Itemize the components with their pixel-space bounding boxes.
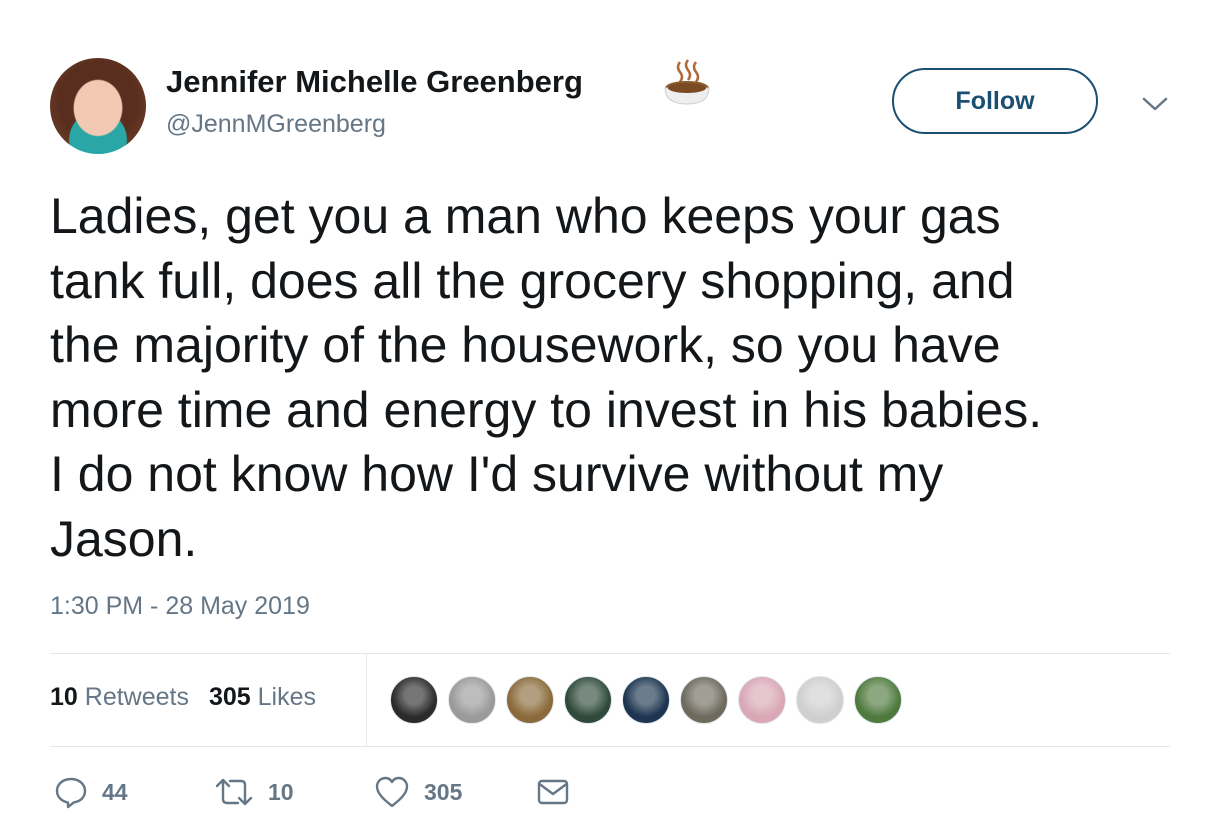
stats-divider	[366, 654, 367, 746]
divider	[50, 746, 1170, 747]
tweet-text: Ladies, get you a man who keeps your gas…	[50, 184, 1180, 571]
like-button[interactable]: 305	[374, 772, 462, 812]
chevron-down-icon[interactable]	[1140, 94, 1170, 114]
heart-icon	[375, 776, 409, 808]
reply-button[interactable]: 44	[54, 772, 128, 812]
tweet-text-line: Jason.	[50, 510, 198, 567]
retweets-stat[interactable]: 10 Retweets	[50, 683, 189, 711]
likes-stat-count: 305	[208, 683, 251, 711]
tweet-timestamp[interactable]: 1:30 PM - 28 May 2019	[50, 592, 310, 621]
retweets-stat-count: 10	[50, 683, 78, 711]
reply-icon	[55, 777, 87, 809]
likes-stat[interactable]: 305 Likes	[209, 683, 316, 711]
tweet-text-line: more time and energy to invest in his ba…	[50, 381, 1043, 438]
liker-avatar[interactable]	[506, 676, 554, 724]
retweets-stat-label: Retweets	[84, 683, 189, 711]
tweet-text-line: Ladies, get you a man who keeps your gas	[50, 188, 1001, 244]
envelope-icon	[537, 779, 569, 805]
direct-message-button[interactable]	[536, 772, 570, 812]
tweet-text-line: I do not know how I'd survive without my	[50, 446, 944, 502]
liker-avatar[interactable]	[854, 676, 902, 724]
retweet-icon	[215, 778, 253, 806]
likes-stat-label: Likes	[257, 683, 317, 711]
liker-avatar[interactable]	[564, 676, 612, 724]
follow-button[interactable]: Follow	[892, 68, 1098, 134]
author-handle[interactable]: @JennMGreenberg	[166, 110, 386, 139]
like-count: 305	[424, 778, 463, 805]
tweet-text-line: the majority of the housework, so you ha…	[50, 317, 1001, 373]
tweet-text-line: tank full, does all the grocery shopping…	[50, 252, 1015, 309]
retweet-count: 10	[268, 778, 294, 805]
liker-avatar[interactable]	[448, 676, 496, 724]
retweet-button[interactable]: 10	[214, 772, 294, 812]
liker-avatar[interactable]	[738, 676, 786, 724]
liker-avatars	[390, 676, 902, 726]
liker-avatar[interactable]	[796, 676, 844, 724]
author-display-name[interactable]: Jennifer Michelle Greenberg	[166, 64, 583, 100]
divider	[50, 653, 1170, 654]
tweet-stats: 10 Retweets 305 Likes	[50, 683, 316, 712]
coffee-icon	[664, 59, 710, 105]
liker-avatar[interactable]	[390, 676, 438, 724]
liker-avatar[interactable]	[622, 676, 670, 724]
liker-avatar[interactable]	[680, 676, 728, 724]
reply-count: 44	[102, 778, 128, 805]
author-avatar[interactable]	[50, 58, 146, 154]
